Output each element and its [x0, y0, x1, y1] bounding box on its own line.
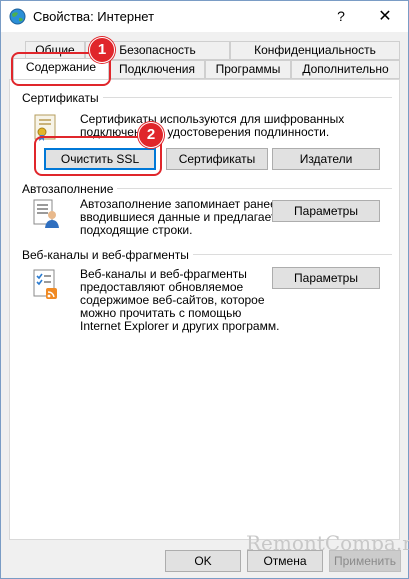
feeds-settings-button[interactable]: Параметры	[272, 267, 380, 289]
internet-properties-dialog: Свойства: Интернет ? ✕ Общие Безопасност…	[0, 0, 409, 579]
feeds-group-divider	[190, 254, 392, 255]
feeds-group-label: Веб-каналы и веб-фрагменты	[22, 248, 193, 262]
window-title: Свойства: Интернет	[33, 9, 155, 24]
title-bar: Свойства: Интернет ? ✕	[1, 1, 408, 32]
feeds-description-line5: Internet Explorer и других программ.	[80, 319, 280, 333]
autocomplete-group-label: Автозаполнение	[22, 182, 118, 196]
cancel-button[interactable]: Отмена	[247, 550, 323, 572]
tab-programs[interactable]: Программы	[205, 60, 291, 79]
autocomplete-description: Автозаполнение запоминает ранее вводивши…	[80, 198, 277, 237]
step-2-badge: 2	[138, 122, 164, 148]
help-button[interactable]: ?	[323, 3, 359, 30]
ok-button[interactable]: OK	[165, 550, 241, 572]
autocomplete-settings-button[interactable]: Параметры	[272, 200, 380, 222]
tab-privacy[interactable]: Конфиденциальность	[230, 41, 400, 60]
apply-button[interactable]: Применить	[329, 550, 401, 572]
autocomplete-description-line3: подходящие строки.	[80, 223, 193, 237]
certificates-button[interactable]: Сертификаты	[166, 148, 268, 170]
close-button[interactable]: ✕	[365, 3, 405, 30]
publishers-button[interactable]: Издатели	[272, 148, 380, 170]
internet-globe-icon	[9, 8, 26, 25]
dialog-footer: OK Отмена Применить	[1, 546, 408, 578]
feeds-description: Веб-каналы и веб-фрагменты предоставляют…	[80, 268, 279, 333]
autocomplete-form-icon	[33, 199, 59, 228]
tab-advanced[interactable]: Дополнительно	[291, 60, 400, 79]
feeds-checklist-icon	[33, 269, 57, 299]
step-1-badge: 1	[89, 37, 115, 63]
certificates-group-label: Сертификаты	[22, 91, 103, 105]
autocomplete-group-divider	[112, 188, 392, 189]
certificates-group-divider	[102, 97, 392, 98]
tab-connections[interactable]: Подключения	[109, 60, 205, 79]
